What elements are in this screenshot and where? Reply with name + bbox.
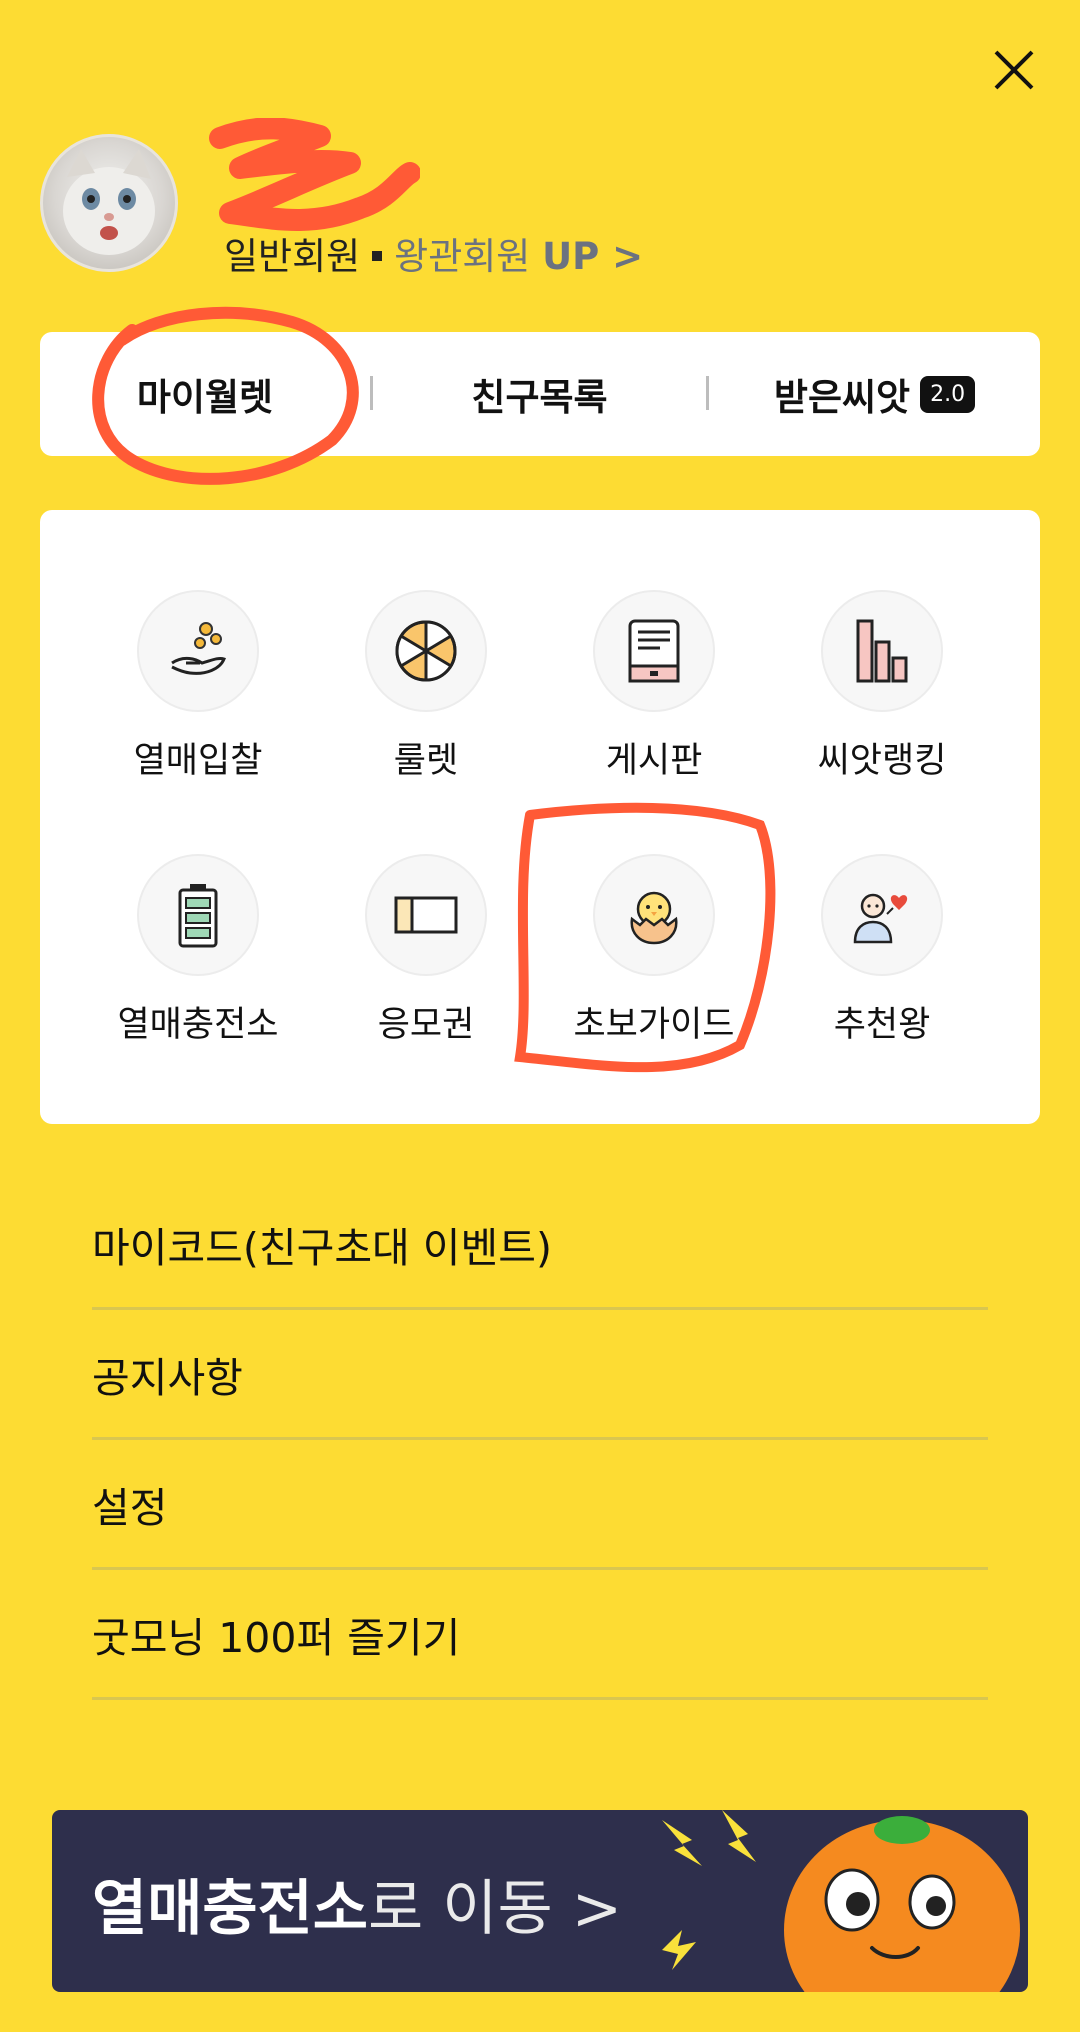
charge-station-banner[interactable]: 열매충전소로 이동 > <box>52 1810 1028 1992</box>
member-grade: 일반회원 <box>224 235 361 278</box>
board-icon <box>593 590 715 712</box>
upgrade-cta: UP > <box>542 235 644 278</box>
coin-hand-icon <box>137 590 259 712</box>
tab-received-seeds-label: 받은씨앗 <box>773 376 911 419</box>
upgrade-link[interactable]: 왕관회원 UP > <box>394 235 643 278</box>
cat-photo <box>63 149 155 255</box>
grid-item-recommend-king[interactable]: 추천왕 <box>768 854 996 1074</box>
menu-list: 마이코드(친구초대 이벤트) 공지사항 설정 굿모닝 100퍼 즐기기 <box>92 1180 988 1700</box>
grid-item-roulette[interactable]: 룰렛 <box>312 590 540 810</box>
membership-line: 일반회원 왕관회원 UP > <box>224 226 643 280</box>
avatar[interactable] <box>40 134 178 272</box>
upgrade-text: 왕관회원 <box>394 235 531 278</box>
banner-text: 열매충전소로 이동 > <box>92 1860 622 1947</box>
menu-item-label: 설정 <box>92 1483 168 1532</box>
roulette-icon <box>365 590 487 712</box>
ranking-bars-icon <box>821 590 943 712</box>
tab-friends-label: 친구목록 <box>471 376 608 419</box>
menu-item-good-morning[interactable]: 굿모닝 100퍼 즐기기 <box>92 1570 988 1700</box>
grid-item-label: 열매충전소 <box>117 1005 279 1045</box>
grid-item-label: 씨앗랭킹 <box>817 741 947 781</box>
grid-item-label: 게시판 <box>605 741 703 781</box>
grid-item-label: 룰렛 <box>393 741 459 781</box>
grid-item-label: 추천왕 <box>833 1005 931 1045</box>
battery-icon <box>137 854 259 976</box>
close-icon[interactable] <box>984 40 1044 100</box>
ticket-icon <box>365 854 487 976</box>
grid-item-seed-ranking[interactable]: 씨앗랭킹 <box>768 590 996 810</box>
menu-item-label: 공지사항 <box>92 1353 243 1402</box>
grid-item-charge-station[interactable]: 열매충전소 <box>84 854 312 1074</box>
person-heart-icon <box>821 854 943 976</box>
annotation-box <box>514 802 776 1073</box>
grid-item-label: 열매입찰 <box>133 741 263 781</box>
tab-friends[interactable]: 친구목록 <box>373 332 706 456</box>
menu-item-notices[interactable]: 공지사항 <box>92 1310 988 1440</box>
menu-item-label: 마이코드(친구초대 이벤트) <box>92 1223 552 1272</box>
banner-rest-text: 로 이동 > <box>368 1874 623 1944</box>
annotation-circle <box>92 306 359 485</box>
version-badge: 2.0 <box>920 375 976 413</box>
banner-strong-text: 열매충전소 <box>92 1874 368 1944</box>
orange-mascot-icon <box>662 1810 1020 1992</box>
menu-item-label: 굿모닝 100퍼 즐기기 <box>92 1613 461 1662</box>
grid-item-bid[interactable]: 열매입찰 <box>84 590 312 810</box>
separator-dot <box>372 250 383 261</box>
menu-item-my-code[interactable]: 마이코드(친구초대 이벤트) <box>92 1180 988 1310</box>
menu-item-settings[interactable]: 설정 <box>92 1440 988 1570</box>
grid-item-board[interactable]: 게시판 <box>540 590 768 810</box>
tab-received-seeds[interactable]: 받은씨앗 2.0 <box>709 332 1040 456</box>
